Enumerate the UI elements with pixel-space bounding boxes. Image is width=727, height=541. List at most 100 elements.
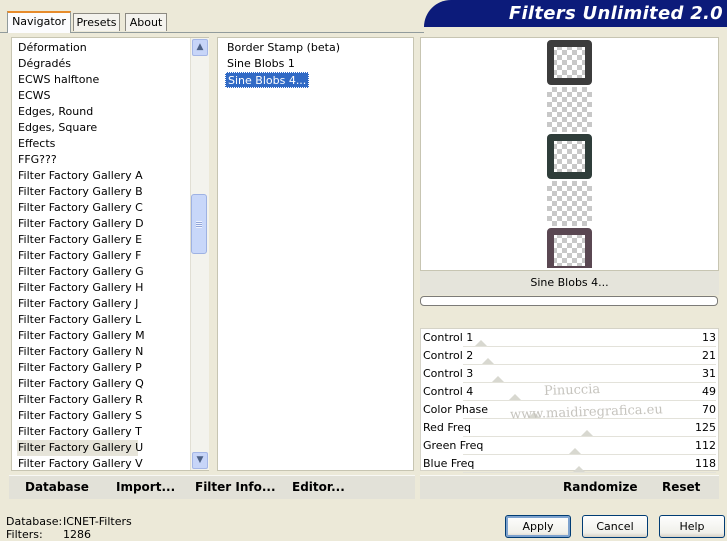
watermark-name: Pinuccia [543,382,601,399]
category-item[interactable]: Filter Factory Gallery C [18,200,143,216]
category-item[interactable]: Filter Factory Gallery R [18,392,143,408]
control-row[interactable]: Control 1 13 [421,329,718,347]
control-slider-knob[interactable] [580,430,593,436]
category-item[interactable]: Filter Factory Gallery N [18,344,143,360]
control-slider-track[interactable] [463,472,716,473]
control-slider-knob[interactable] [482,358,495,364]
control-slider-knob[interactable] [475,340,487,346]
filter-info-button[interactable]: Filter Info... [195,480,276,494]
category-item[interactable]: Filter Factory Gallery U [17,440,143,456]
progress-bar [420,296,718,306]
preview-tile [547,181,592,226]
category-item[interactable]: Filter Factory Gallery A [18,168,143,184]
category-item[interactable]: Filter Factory Gallery P [18,360,142,376]
control-label: Red Freq [423,421,471,434]
category-item[interactable]: Filter Factory Gallery L [18,312,141,328]
category-item[interactable]: Filter Factory Gallery V [18,456,143,470]
tab-navigator[interactable]: Navigator [7,11,71,33]
status-filters-value: 1286 [63,528,91,541]
control-row[interactable]: Control 3 31 [421,365,718,383]
category-item[interactable]: Filter Factory Gallery T [18,424,142,440]
category-item[interactable]: Filter Factory Gallery M [18,328,145,344]
control-slider-knob[interactable] [573,466,586,472]
status-database-label: Database: [6,515,63,528]
control-row[interactable]: Red Freq 125 [421,419,718,437]
category-scrollbar[interactable]: ▲ ▼ [190,38,209,470]
bottom-toolbar-right: Randomize Reset [420,475,719,499]
control-slider-knob[interactable] [491,376,504,382]
control-label: Green Freq [423,439,484,452]
category-item[interactable]: Filter Factory Gallery J [18,296,138,312]
control-label: Control 4 [423,385,474,398]
category-item[interactable]: Edges, Round [18,104,93,120]
tab-presets[interactable]: Presets [73,13,120,31]
control-value: 49 [702,385,716,398]
scroll-up-button[interactable]: ▲ [192,39,208,56]
control-value: 112 [695,439,716,452]
control-label: Color Phase [423,403,489,416]
category-item[interactable]: Déformation [18,40,87,56]
bottom-toolbar-left: Database Import... Filter Info... Editor… [9,475,415,499]
preview-panel [420,37,719,271]
category-item[interactable]: Filter Factory Gallery S [18,408,142,424]
banner-title: Filters Unlimited 2.0 [508,3,723,24]
scroll-down-button[interactable]: ▼ [192,452,208,469]
controls-panel: Control 1 13 Control 2 21 Control 3 31 Control… [420,328,719,473]
preview-blob [547,40,592,85]
control-value: 118 [695,457,716,470]
status-database-value: ICNET-Filters [63,515,132,528]
preview-filter-name: Sine Blobs 4... [420,271,719,295]
banner: Filters Unlimited 2.0 [424,0,727,27]
preview-tile [547,87,592,132]
category-item[interactable]: ECWS halftone [18,72,99,88]
apply-button[interactable]: Apply [505,515,571,538]
control-value: 13 [702,331,716,344]
category-item[interactable]: Filter Factory Gallery D [18,216,144,232]
category-item[interactable]: Filter Factory Gallery Q [18,376,144,392]
category-item[interactable]: ECWS [18,88,51,104]
control-row[interactable]: Control 2 21 [421,347,718,365]
filter-item[interactable]: Sine Blobs 1 [225,56,297,72]
filter-item[interactable]: Sine Blobs 4... [225,72,310,88]
control-slider-knob[interactable] [568,448,581,454]
category-item[interactable]: Filter Factory Gallery B [18,184,143,200]
control-label: Blue Freq [423,457,475,470]
category-item[interactable]: Filter Factory Gallery G [18,264,144,280]
control-label: Control 2 [423,349,474,362]
category-item[interactable]: Filter Factory Gallery F [18,248,141,264]
control-value: 70 [702,403,716,416]
control-value: 21 [702,349,716,362]
database-button[interactable]: Database [25,480,89,494]
cancel-button[interactable]: Cancel [582,515,648,538]
import-button[interactable]: Import... [116,480,175,494]
category-item[interactable]: Filter Factory Gallery H [18,280,143,296]
category-list[interactable]: Déformation Dégradés ECWS halftone ECWS Edge… [11,37,209,471]
preview-blob [547,228,592,268]
editor-button[interactable]: Editor... [292,480,345,494]
preview-blob [547,134,592,179]
control-label: Control 3 [423,367,474,380]
control-slider-knob[interactable] [508,394,521,400]
control-row[interactable]: Blue Freq 118 [421,455,718,473]
reset-button[interactable]: Reset [662,480,700,494]
category-item[interactable]: Effects [18,136,55,152]
category-item[interactable]: FFG??? [18,152,57,168]
category-item[interactable]: Filter Factory Gallery E [18,232,142,248]
scrollbar-thumb[interactable] [191,194,207,254]
filter-item[interactable]: Border Stamp (beta) [225,40,342,56]
category-item[interactable]: Edges, Square [18,120,97,136]
status-database: Database: ICNET-Filters [6,515,132,528]
status-filters-label: Filters: [6,528,43,541]
help-button[interactable]: Help [659,515,725,538]
filter-list[interactable]: Border Stamp (beta) Sine Blobs 1 Sine Blob… [217,37,414,471]
preview-image [547,40,592,268]
control-value: 31 [702,367,716,380]
category-item[interactable]: Dégradés [18,56,71,72]
control-label: Control 1 [423,331,474,344]
status-filters: Filters: 1286 [6,528,91,541]
randomize-button[interactable]: Randomize [563,480,637,494]
control-value: 125 [695,421,716,434]
tab-about[interactable]: About [125,13,167,31]
control-row[interactable]: Green Freq 112 [421,437,718,455]
grip-icon [196,221,202,228]
